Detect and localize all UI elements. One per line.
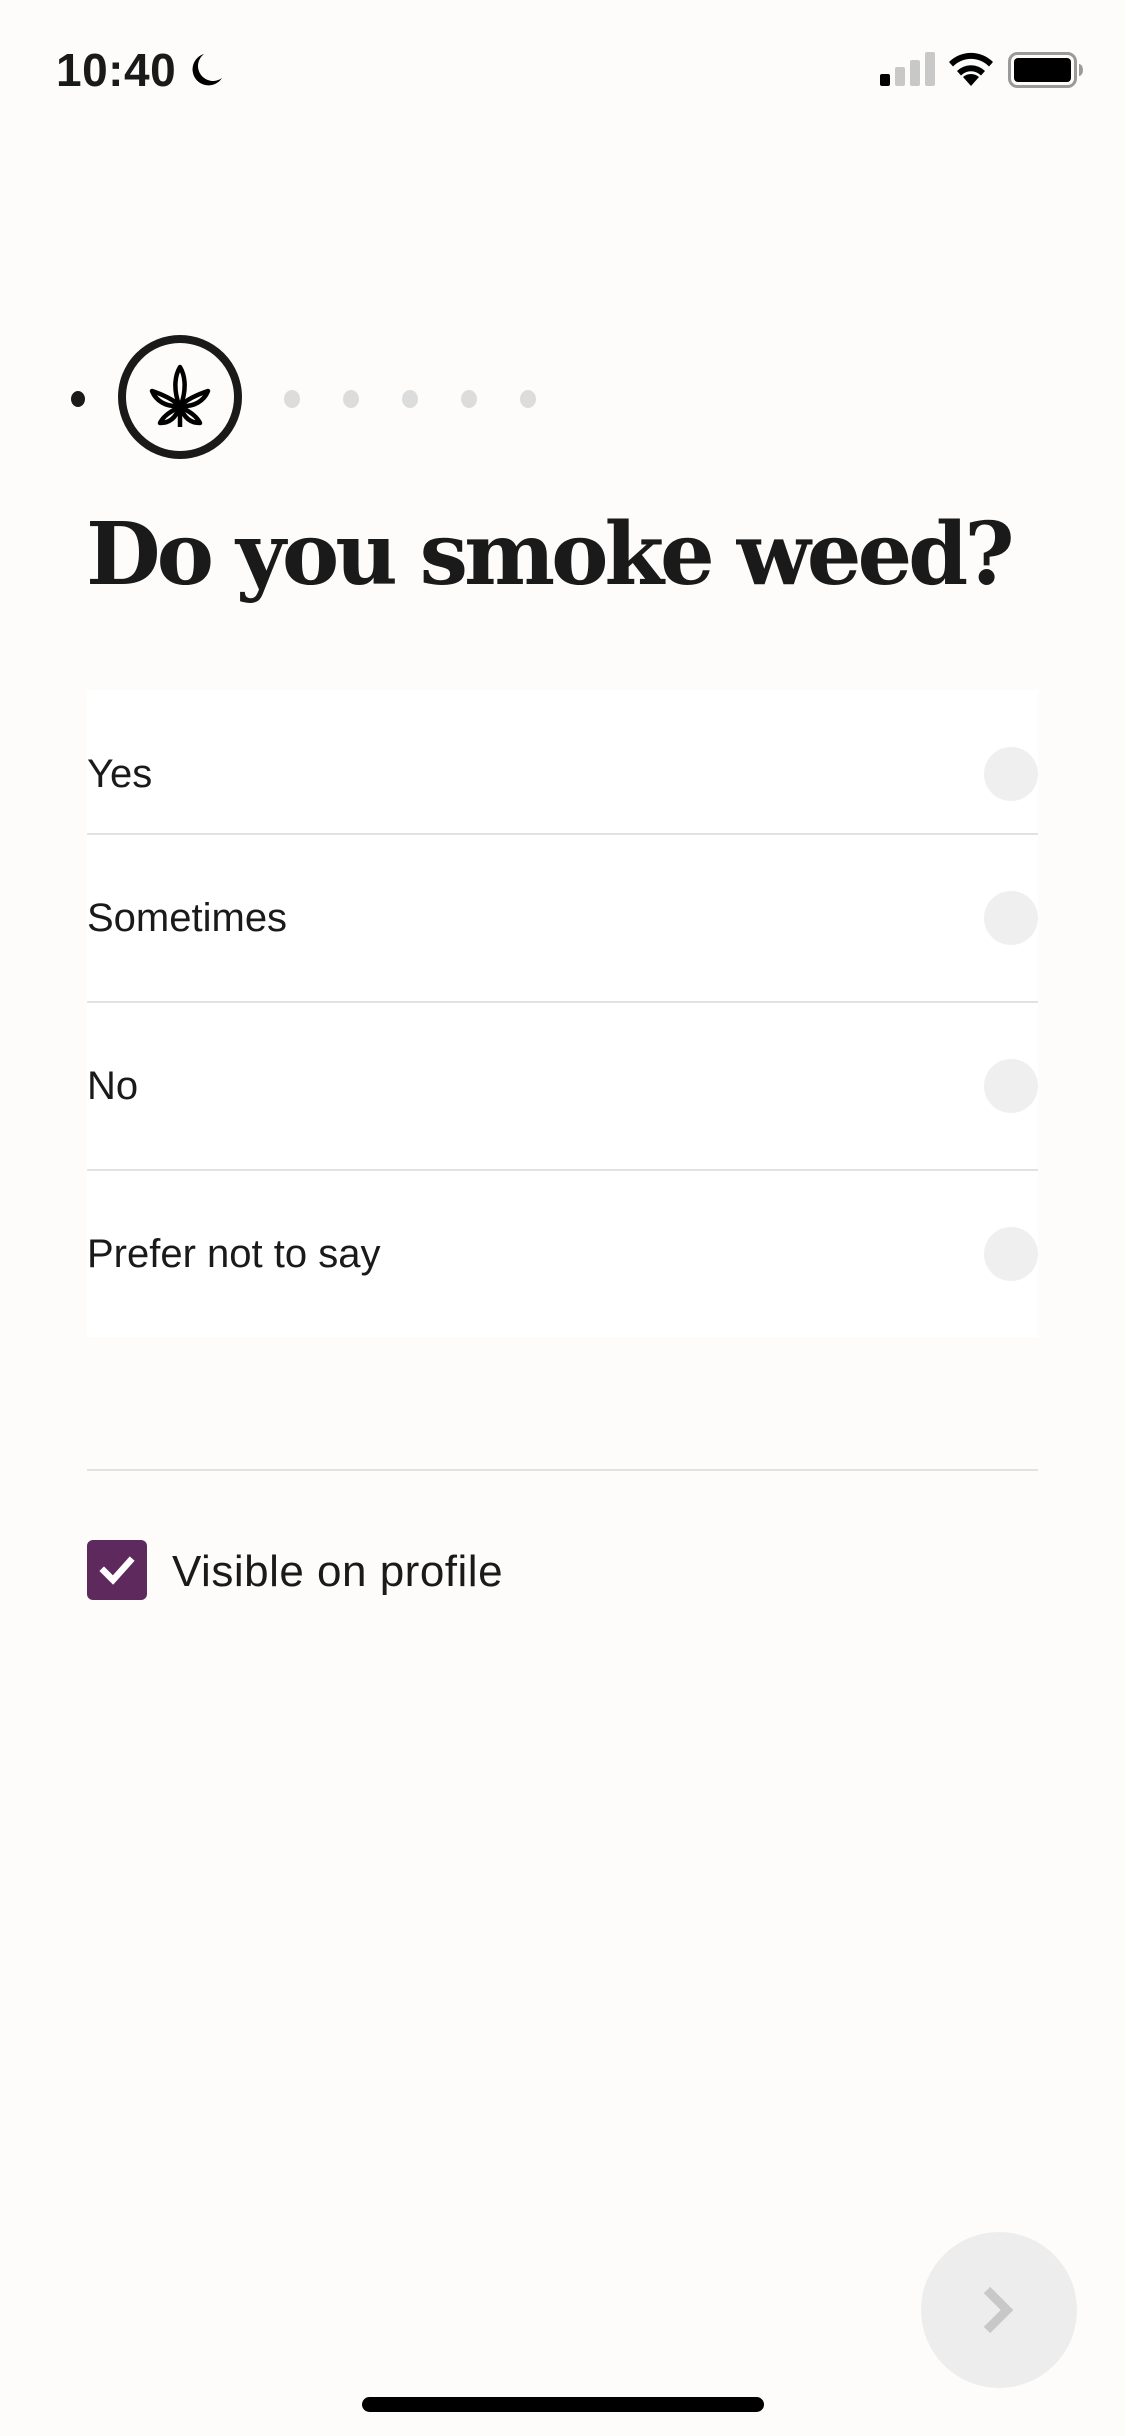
moon-icon bbox=[192, 54, 222, 86]
radio-button[interactable] bbox=[984, 1059, 1038, 1113]
status-time: 10:40 bbox=[56, 44, 177, 96]
signal-icon bbox=[880, 52, 935, 86]
progress-step-upcoming bbox=[520, 390, 536, 408]
next-button[interactable] bbox=[921, 2232, 1077, 2388]
radio-button[interactable] bbox=[984, 891, 1038, 945]
progress-step-upcoming bbox=[402, 390, 418, 408]
progress-step-current bbox=[118, 335, 242, 459]
cannabis-leaf-icon bbox=[149, 364, 211, 427]
question-title: Do you smoke weed? bbox=[86, 504, 1015, 605]
progress-step-upcoming bbox=[461, 390, 477, 408]
progress-step-upcoming bbox=[284, 390, 300, 408]
visible-on-profile-label[interactable]: Visible on profile bbox=[172, 1545, 503, 1599]
divider bbox=[87, 1469, 1038, 1471]
radio-button[interactable] bbox=[984, 747, 1038, 801]
option-sometimes[interactable]: Sometimes bbox=[87, 834, 1038, 1002]
chevron-right-icon bbox=[983, 2286, 1014, 2334]
option-label: Prefer not to say bbox=[87, 1231, 381, 1276]
option-label: No bbox=[87, 1063, 139, 1108]
option-label: Yes bbox=[87, 751, 153, 796]
radio-button[interactable] bbox=[984, 1227, 1038, 1281]
battery-icon bbox=[1008, 52, 1083, 88]
progress-step-completed bbox=[71, 391, 85, 407]
wifi-icon bbox=[949, 52, 993, 86]
visible-on-profile-checkbox[interactable] bbox=[87, 1540, 147, 1600]
progress-step-upcoming bbox=[343, 390, 359, 408]
option-no[interactable]: No bbox=[87, 1002, 1038, 1170]
options-list: Yes Sometimes No Prefer not to say bbox=[87, 690, 1038, 1337]
option-prefer-not-to-say[interactable]: Prefer not to say bbox=[87, 1170, 1038, 1338]
option-label: Sometimes bbox=[87, 895, 288, 940]
home-indicator[interactable] bbox=[362, 2397, 764, 2412]
checkmark-icon bbox=[99, 1556, 135, 1585]
